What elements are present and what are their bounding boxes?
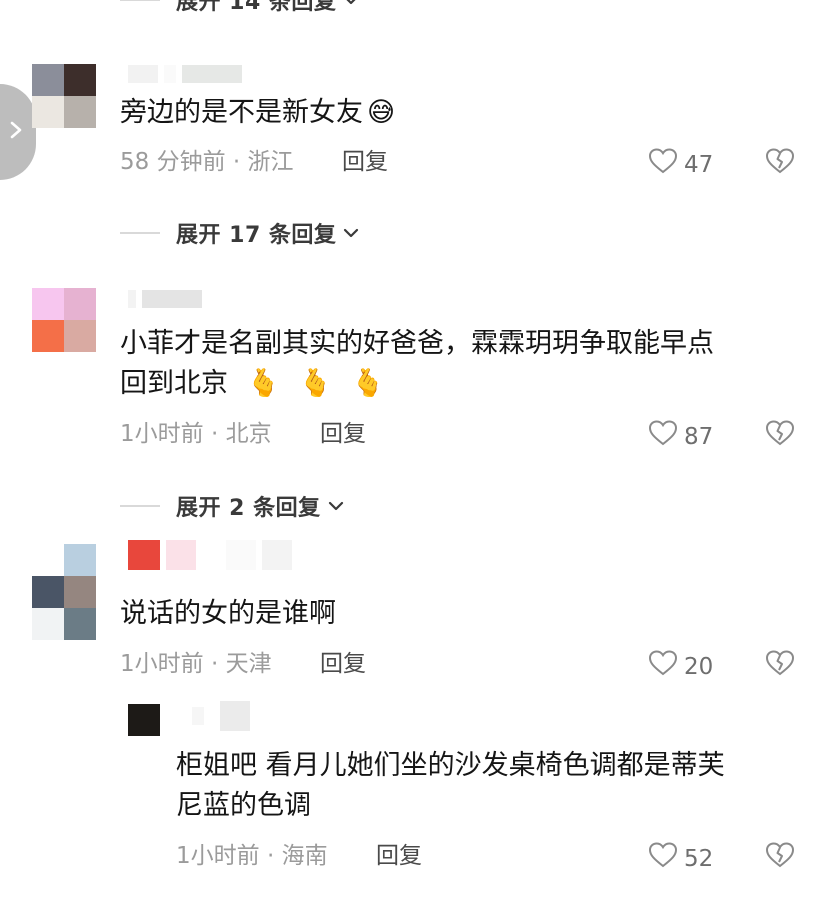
comment-text: 小菲才是名副其实的好爸爸，霖霖玥玥争取能早点 回到北京 🫰 🫰 🫰 — [120, 324, 714, 404]
side-nav-button[interactable] — [0, 84, 36, 180]
comment-body-line2-text: 回到北京 — [120, 368, 228, 399]
divider — [120, 232, 160, 234]
avatar[interactable] — [32, 288, 96, 352]
like-button[interactable]: 87 — [648, 419, 713, 455]
like-count: 20 — [684, 654, 714, 680]
expand-replies[interactable]: 展开 2 条回复 — [120, 488, 345, 524]
like-count: 47 — [684, 152, 714, 178]
chevron-down-icon — [327, 497, 345, 515]
comment-text: 旁边的是不是新女友 😅 — [120, 93, 395, 133]
avatar[interactable] — [128, 704, 160, 736]
expand-replies-top[interactable]: 展开 14 条回复 — [120, 0, 360, 18]
emoji-icon: 😅 — [367, 97, 396, 128]
heart-outline-icon — [648, 147, 678, 183]
reply-button[interactable]: 回复 — [320, 419, 366, 449]
expand-label: 展开 14 条回复 — [176, 0, 337, 15]
avatar[interactable] — [32, 64, 96, 128]
like-count: 87 — [684, 424, 714, 450]
like-button[interactable]: 47 — [648, 147, 713, 183]
comment-body-line1: 小菲才是名副其实的好爸爸，霖霖玥玥争取能早点 — [120, 328, 714, 359]
divider — [120, 0, 160, 1]
broken-heart-icon[interactable] — [765, 841, 795, 871]
username[interactable] — [128, 289, 202, 309]
username[interactable] — [128, 64, 242, 84]
divider — [120, 505, 160, 507]
chevron-down-icon — [342, 0, 360, 9]
reply-text: 柜姐吧 看月儿她们坐的沙发桌椅色调都是蒂芙 尼蓝的色调 — [176, 746, 725, 826]
reply-button[interactable]: 回复 — [376, 841, 422, 871]
username[interactable] — [192, 701, 250, 731]
comment-list: 展开 14 条回复 旁边的是不是新女友😅 58 分钟前 · 浙江 回复 47 — [0, 0, 824, 902]
broken-heart-icon[interactable] — [765, 147, 795, 177]
like-count: 52 — [684, 846, 714, 872]
comment-body: 旁边的是不是新女友 — [120, 97, 363, 128]
heart-outline-icon — [648, 649, 678, 685]
comment-body-line2: 回到北京 🫰 🫰 🫰 — [120, 364, 714, 404]
heart-outline-icon — [648, 841, 678, 877]
finger-heart-emoji: 🫰 — [351, 368, 385, 399]
expand-label: 展开 2 条回复 — [176, 496, 321, 521]
reply-button[interactable]: 回复 — [320, 649, 366, 679]
comment-meta: 1小时前 · 天津 — [120, 651, 272, 677]
finger-heart-emoji: 🫰 — [298, 368, 333, 399]
username[interactable] — [128, 540, 292, 570]
comment-text: 说话的女的是谁啊 — [120, 598, 336, 629]
like-button[interactable]: 52 — [648, 841, 713, 877]
reply-button[interactable]: 回复 — [342, 147, 388, 177]
reply-meta: 1小时前 · 海南 — [176, 843, 328, 869]
like-button[interactable]: 20 — [648, 649, 713, 685]
heart-outline-icon — [648, 419, 678, 455]
reply-body-line2: 尼蓝的色调 — [176, 790, 311, 821]
comment-meta: 58 分钟前 · 浙江 — [120, 149, 294, 175]
reply-body-line1: 柜姐吧 看月儿她们坐的沙发桌椅色调都是蒂芙 — [176, 750, 725, 781]
avatar[interactable] — [32, 544, 96, 640]
broken-heart-icon[interactable] — [765, 419, 795, 449]
finger-heart-emoji: 🫰 — [246, 368, 281, 399]
comment-meta: 1小时前 · 北京 — [120, 421, 272, 447]
chevron-down-icon — [342, 224, 360, 242]
expand-label: 展开 17 条回复 — [176, 223, 337, 248]
expand-replies[interactable]: 展开 17 条回复 — [120, 215, 360, 251]
broken-heart-icon[interactable] — [765, 649, 795, 679]
chevron-right-icon — [8, 119, 24, 145]
